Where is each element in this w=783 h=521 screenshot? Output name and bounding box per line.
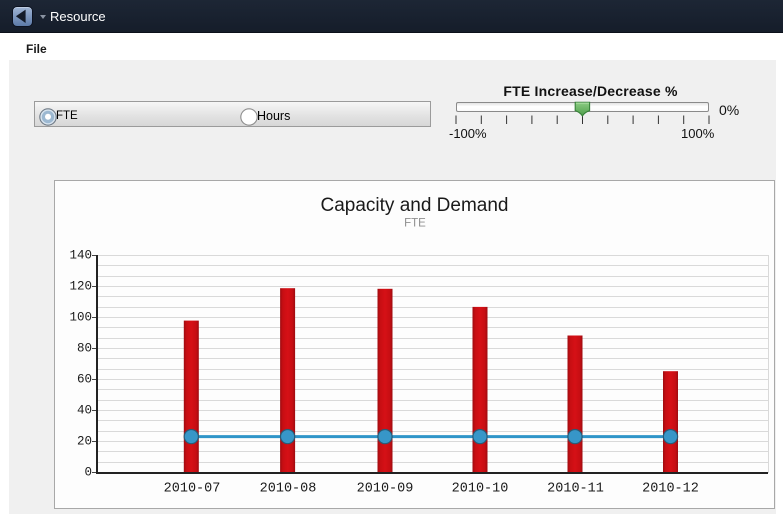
svg-text:2010-12: 2010-12 [642,482,699,497]
svg-text:2010-08: 2010-08 [260,482,317,497]
svg-text:20: 20 [77,435,92,449]
svg-text:2010-11: 2010-11 [547,482,604,497]
svg-text:FTE: FTE [404,217,426,229]
svg-text:2010-09: 2010-09 [357,482,414,497]
svg-text:0: 0 [84,466,92,480]
svg-text:2010-10: 2010-10 [452,482,509,497]
svg-text:100: 100 [69,311,92,325]
svg-text:40: 40 [77,404,92,418]
svg-text:140: 140 [69,249,92,263]
svg-text:80: 80 [77,342,92,356]
svg-text:Capacity and Demand: Capacity and Demand [321,195,509,216]
svg-text:2010-07: 2010-07 [164,482,221,497]
svg-text:120: 120 [69,280,92,294]
svg-text:60: 60 [77,373,92,387]
